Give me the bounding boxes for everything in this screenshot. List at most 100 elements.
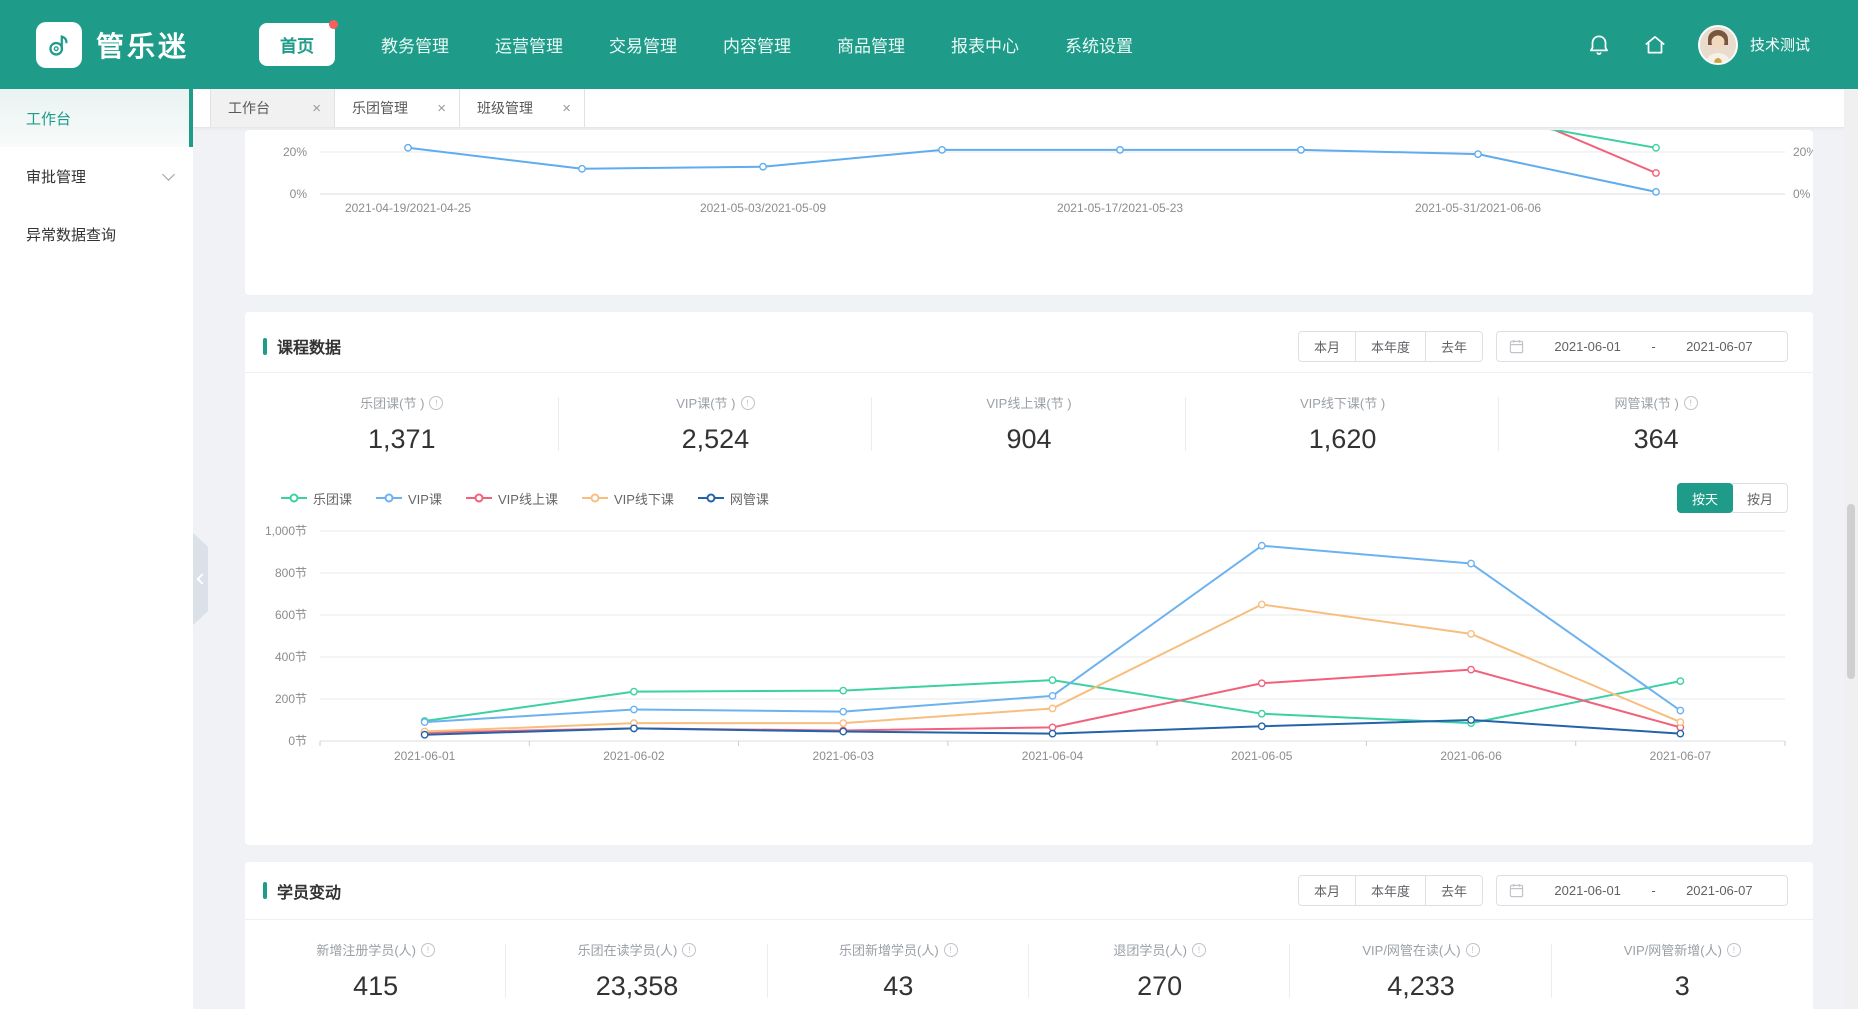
stat-value: 1,620 [1186, 424, 1500, 455]
chevron-left-icon [196, 573, 207, 584]
card-weekly-chart: 20%0%20%0%2021-04-19/2021-04-252021-05-0… [245, 130, 1813, 295]
stat-col: VIP/网管在读(人)!4,233 [1290, 940, 1551, 1002]
stat-label-text: 乐团课(节 ) [360, 393, 424, 412]
toggle-by-day[interactable]: 按天 [1677, 483, 1733, 513]
stat-col: 网管课(节 )!364 [1499, 393, 1813, 455]
tab-orchestra[interactable]: 乐团管理 × [335, 89, 460, 127]
svg-text:2021-06-03: 2021-06-03 [813, 749, 875, 763]
sidebar-item-approval[interactable]: 审批管理 [0, 147, 193, 205]
date-range-picker[interactable]: 2021-06-01 - 2021-06-07 [1496, 875, 1788, 906]
info-icon[interactable]: ! [944, 943, 958, 957]
legend-item[interactable]: VIP线上课 [466, 489, 558, 508]
svg-text:2021-05-31/2021-06-06: 2021-05-31/2021-06-06 [1415, 201, 1541, 215]
tab-label: 乐团管理 [352, 98, 437, 118]
stat-value: 2,524 [559, 424, 873, 455]
preset-button-month[interactable]: 本月 [1298, 875, 1356, 906]
bell-icon[interactable] [1586, 32, 1612, 58]
stat-label-text: 乐团新增学员(人) [839, 940, 939, 959]
nav-item-academic[interactable]: 教务管理 [381, 32, 449, 57]
legend-item[interactable]: VIP线下课 [582, 489, 674, 508]
svg-text:200节: 200节 [275, 692, 307, 706]
info-icon[interactable]: ! [429, 396, 443, 410]
user-name[interactable]: 技术测试 [1750, 34, 1810, 55]
legend-item[interactable]: VIP课 [376, 489, 442, 508]
legend-label: 乐团课 [313, 489, 352, 508]
info-icon[interactable]: ! [741, 396, 755, 410]
legend-label: VIP课 [408, 489, 442, 508]
section-title-bar [263, 882, 267, 899]
preset-button-lastyear[interactable]: 去年 [1425, 331, 1483, 362]
brand-name: 管乐迷 [96, 25, 189, 65]
date-end[interactable]: 2021-06-07 [1664, 339, 1775, 354]
stat-col: VIP/网管新增(人)!3 [1552, 940, 1813, 1002]
close-icon[interactable]: × [312, 101, 321, 116]
stat-label-text: 退团学员(人) [1113, 940, 1187, 959]
stat-col: 乐团新增学员(人)! 43 [768, 940, 1029, 1002]
stat-col: 乐团课(节 )!1,371 [245, 393, 559, 455]
stat-label-text: VIP线下课(节 ) [1300, 393, 1385, 412]
info-icon[interactable]: ! [421, 943, 435, 957]
course-chart[interactable]: 0节200节400节600节800节1,000节2021-06-012021-0… [245, 512, 1813, 767]
stat-label-text: VIP/网管新增(人) [1624, 940, 1722, 959]
info-icon[interactable]: ! [1684, 396, 1698, 410]
close-icon[interactable]: × [562, 101, 571, 116]
svg-text:2021-06-07: 2021-06-07 [1650, 749, 1712, 763]
nav-item-content[interactable]: 内容管理 [723, 32, 791, 57]
nav-item-trade[interactable]: 交易管理 [609, 32, 677, 57]
stat-label-text: VIP/网管在读(人) [1362, 940, 1460, 959]
stat-label: VIP线上课(节 ) [872, 393, 1186, 412]
legend-marker-icon [698, 497, 724, 499]
svg-text:0节: 0节 [288, 734, 307, 748]
nav-item-goods[interactable]: 商品管理 [837, 32, 905, 57]
chevron-down-icon [162, 168, 175, 181]
course-chart-svg[interactable]: 0节200节400节600节800节1,000节2021-06-012021-0… [245, 512, 1813, 767]
svg-text:1,000节: 1,000节 [265, 524, 307, 538]
scrollbar-track[interactable] [1844, 89, 1858, 1009]
info-icon[interactable]: ! [1192, 943, 1206, 957]
preset-button-year[interactable]: 本年度 [1355, 331, 1426, 362]
stat-label: 乐团在读学员(人)! [506, 940, 767, 959]
legend-label: 网管课 [730, 489, 769, 508]
svg-text:2021-06-01: 2021-06-01 [394, 749, 456, 763]
svg-text:600节: 600节 [275, 608, 307, 622]
nav-item-operation[interactable]: 运营管理 [495, 32, 563, 57]
sidebar-item-abnormal-data[interactable]: 异常数据查询 [0, 205, 193, 263]
home-icon[interactable] [1642, 32, 1668, 58]
sidebar-item-label: 工作台 [26, 108, 71, 129]
date-range-picker[interactable]: 2021-06-01 - 2021-06-07 [1496, 331, 1788, 362]
stat-label: VIP线下课(节 ) [1186, 393, 1500, 412]
nav-item-report[interactable]: 报表中心 [951, 32, 1019, 57]
sidebar-collapse-handle[interactable] [193, 533, 208, 625]
preset-button-year[interactable]: 本年度 [1355, 875, 1426, 906]
close-icon[interactable]: × [437, 101, 446, 116]
tab-class[interactable]: 班级管理 × [460, 89, 585, 127]
date-preset-group: 本月 本年度 去年 [1298, 331, 1483, 362]
date-preset-group: 本月 本年度 去年 [1298, 875, 1483, 906]
weekly-chart-svg[interactable]: 20%0%20%0%2021-04-19/2021-04-252021-05-0… [245, 130, 1813, 295]
stat-value: 23,358 [506, 971, 767, 1002]
stat-label: 网管课(节 )! [1499, 393, 1813, 412]
nav-item-home[interactable]: 首页 [259, 23, 335, 66]
info-icon[interactable]: ! [682, 943, 696, 957]
avatar[interactable] [1698, 25, 1738, 65]
legend-item[interactable]: 网管课 [698, 489, 769, 508]
nav-item-system[interactable]: 系统设置 [1065, 32, 1133, 57]
date-start[interactable]: 2021-06-01 [1532, 339, 1643, 354]
preset-button-lastyear[interactable]: 去年 [1425, 875, 1483, 906]
stat-value: 270 [1029, 971, 1290, 1002]
stat-value: 43 [768, 971, 1029, 1002]
tab-workbench[interactable]: 工作台 × [210, 89, 335, 127]
info-icon[interactable]: ! [1727, 943, 1741, 957]
svg-text:2021-05-03/2021-05-09: 2021-05-03/2021-05-09 [700, 201, 826, 215]
legend-item[interactable]: 乐团课 [281, 489, 352, 508]
stat-col: 退团学员(人)! 270 [1029, 940, 1290, 1002]
date-start[interactable]: 2021-06-01 [1532, 883, 1643, 898]
avatar-image-icon [1700, 27, 1736, 63]
sidebar-item-workbench[interactable]: 工作台 [0, 89, 193, 147]
scrollbar-thumb[interactable] [1847, 504, 1855, 679]
notification-dot [329, 20, 338, 29]
toggle-by-month[interactable]: 按月 [1732, 483, 1788, 513]
preset-button-month[interactable]: 本月 [1298, 331, 1356, 362]
info-icon[interactable]: ! [1466, 943, 1480, 957]
date-end[interactable]: 2021-06-07 [1664, 883, 1775, 898]
